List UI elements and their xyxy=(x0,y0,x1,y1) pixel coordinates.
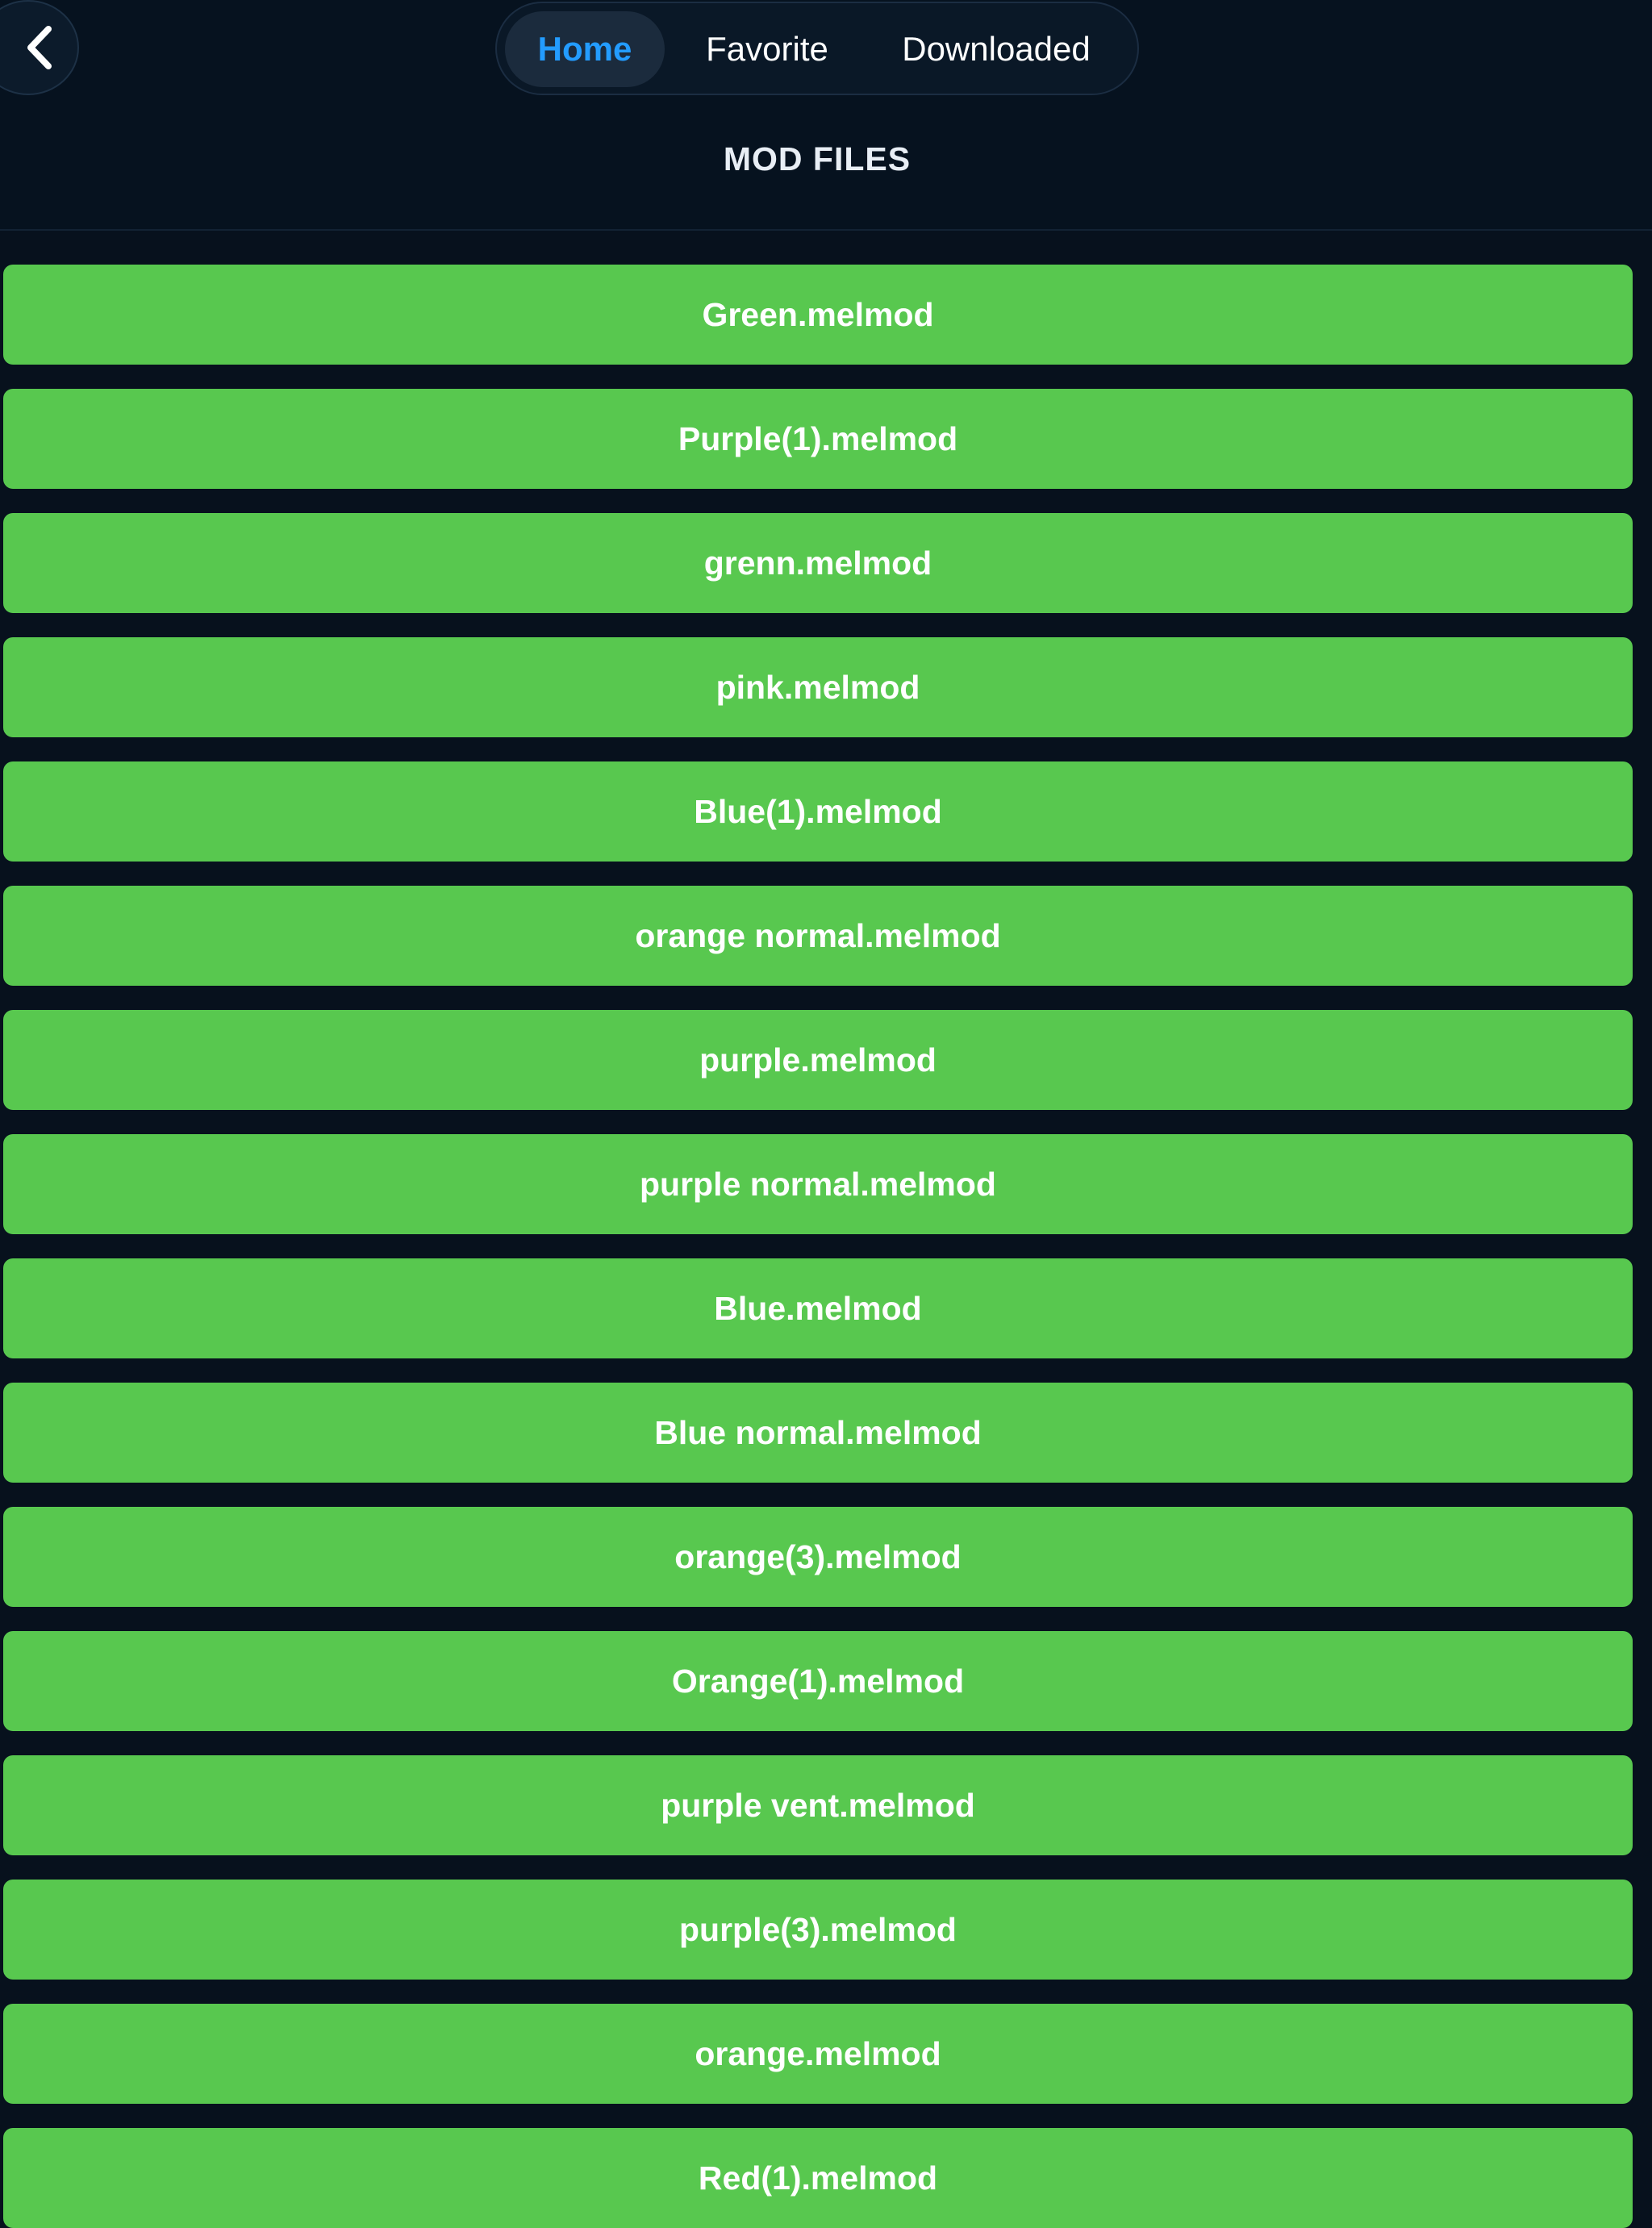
file-item-orange[interactable]: orange.melmod xyxy=(3,2004,1633,2104)
file-item-purple-3[interactable]: purple(3).melmod xyxy=(3,1880,1633,1980)
file-item-purple-vent[interactable]: purple vent.melmod xyxy=(3,1755,1633,1855)
top-navigation: Home Favorite Downloaded MOD FILES xyxy=(0,0,1652,231)
file-item-blue[interactable]: Blue.melmod xyxy=(3,1258,1633,1358)
file-item-orange-3[interactable]: orange(3).melmod xyxy=(3,1507,1633,1607)
mod-file-list: Green.melmod Purple(1).melmod grenn.melm… xyxy=(3,265,1633,2228)
file-item-red-1[interactable]: Red(1).melmod xyxy=(3,2128,1633,2228)
file-item-green[interactable]: Green.melmod xyxy=(3,265,1633,365)
tab-downloaded[interactable]: Downloaded xyxy=(876,11,1116,87)
file-item-purple-1[interactable]: Purple(1).melmod xyxy=(3,389,1633,489)
file-item-pink[interactable]: pink.melmod xyxy=(3,637,1633,737)
file-item-orange-normal[interactable]: orange normal.melmod xyxy=(3,886,1633,986)
file-item-blue-normal[interactable]: Blue normal.melmod xyxy=(3,1383,1633,1483)
file-item-orange-1[interactable]: Orange(1).melmod xyxy=(3,1631,1633,1731)
file-item-grenn[interactable]: grenn.melmod xyxy=(3,513,1633,613)
file-item-purple[interactable]: purple.melmod xyxy=(3,1010,1633,1110)
tab-home[interactable]: Home xyxy=(505,11,665,87)
back-button[interactable] xyxy=(0,0,79,95)
chevron-left-icon xyxy=(27,26,52,69)
file-item-purple-normal[interactable]: purple normal.melmod xyxy=(3,1134,1633,1234)
top-tabs: Home Favorite Downloaded xyxy=(495,2,1139,95)
tab-favorite[interactable]: Favorite xyxy=(682,11,852,87)
page-title: MOD FILES xyxy=(723,140,912,177)
file-item-blue-1[interactable]: Blue(1).melmod xyxy=(3,761,1633,862)
